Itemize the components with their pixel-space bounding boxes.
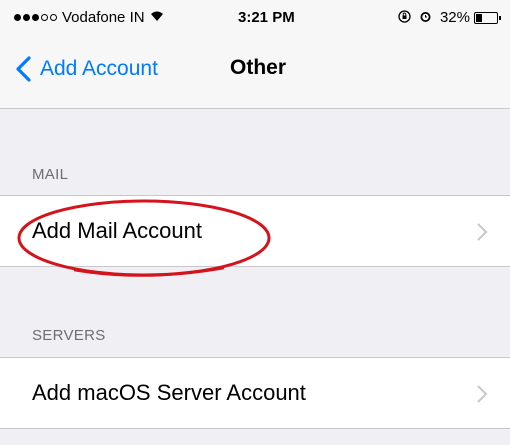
back-button-label: Add Account <box>40 57 158 80</box>
chevron-right-icon <box>477 223 488 241</box>
navigation-bar: Add Account Other <box>0 36 510 109</box>
battery-icon <box>474 11 501 24</box>
settings-screen: Vodafone IN 3:21 PM 32% Add Account Othe… <box>0 0 510 445</box>
add-mail-account-label: Add Mail Account <box>32 218 202 243</box>
chevron-left-icon <box>16 56 31 82</box>
orientation-lock-icon <box>398 9 411 26</box>
page-title: Other <box>230 56 287 79</box>
section-header-servers: SERVERS <box>32 327 106 344</box>
add-mail-account-button[interactable]: Add Mail Account <box>0 195 510 267</box>
section-header-mail: MAIL <box>32 166 69 183</box>
carrier-name: Vodafone IN <box>62 9 145 26</box>
add-macos-server-account-label: Add macOS Server Account <box>32 380 306 405</box>
status-bar: Vodafone IN 3:21 PM 32% <box>0 0 510 36</box>
wifi-icon <box>150 10 164 25</box>
signal-strength-icon <box>14 14 59 21</box>
chevron-right-icon <box>477 385 488 403</box>
status-left: Vodafone IN <box>14 9 164 26</box>
battery-level <box>476 13 482 22</box>
battery-percent: 32% <box>439 9 470 26</box>
status-time: 3:21 PM <box>238 9 295 26</box>
add-macos-server-account-button[interactable]: Add macOS Server Account <box>0 357 510 429</box>
alarm-icon <box>419 10 432 26</box>
back-button[interactable]: Add Account <box>14 56 158 82</box>
status-right: 32% <box>398 9 501 26</box>
